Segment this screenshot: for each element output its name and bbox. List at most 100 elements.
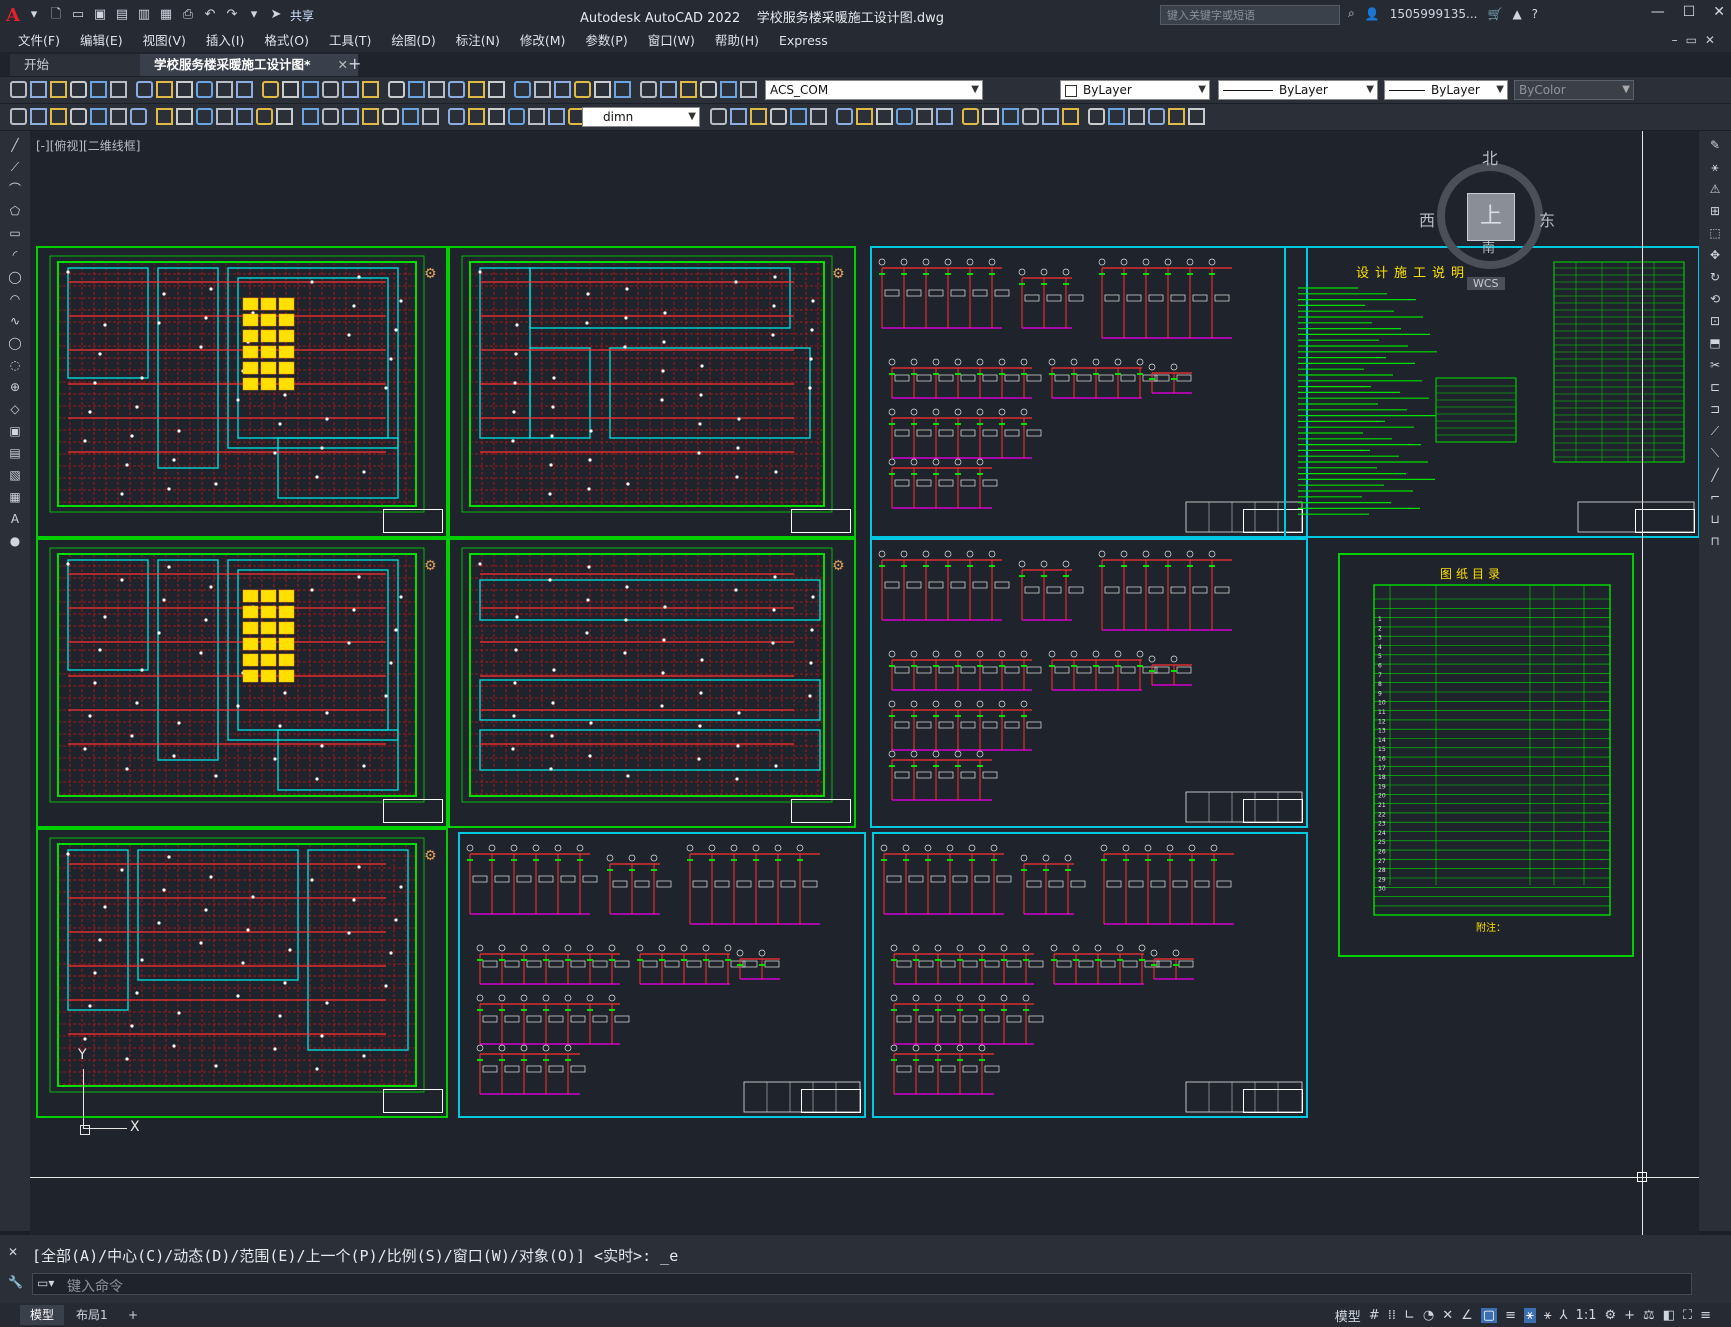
toolbar-tool-icon[interactable] [740, 81, 757, 98]
toolbar-tool-icon[interactable] [216, 108, 233, 125]
menu-help[interactable]: 帮助(H) [705, 30, 769, 52]
palette-tool-icon[interactable]: ◯ [7, 269, 23, 285]
tab-model[interactable]: 模型 [20, 1305, 65, 1325]
compass-north[interactable]: 北 [1482, 145, 1498, 169]
sheet-system-diagram-4[interactable] [872, 832, 1308, 1118]
toolbar-tool-icon[interactable] [388, 81, 405, 98]
lineweight-dropdown[interactable]: ByLayer ▼ [1384, 80, 1508, 100]
toolbar-tool-icon[interactable] [156, 81, 173, 98]
layer-dropdown[interactable]: ACS_COM ▼ [765, 80, 983, 100]
palette-tool-icon[interactable]: ◇ [7, 401, 23, 417]
viewport-controls[interactable]: [-][俯视][二维线框] [36, 137, 140, 154]
open-folder-icon[interactable]: ▭ [70, 7, 86, 23]
sheet-floor-plan-2[interactable]: ⚙ [448, 246, 856, 538]
palette-tool-icon[interactable]: A [7, 511, 23, 527]
toolbar-tool-icon[interactable] [680, 81, 697, 98]
toolbar-tool-icon[interactable] [1062, 108, 1079, 125]
toolbar-tool-icon[interactable] [1128, 108, 1145, 125]
toolbar-tool-icon[interactable] [196, 81, 213, 98]
toolbar-tool-icon[interactable] [750, 108, 767, 125]
osnap-icon[interactable]: ∠ [1461, 1308, 1473, 1323]
search-input[interactable]: 键入关键字或短语 [1160, 5, 1340, 25]
toolbar-tool-icon[interactable] [110, 108, 127, 125]
toolbar-tool-icon[interactable] [130, 108, 147, 125]
sheet-system-diagram-1[interactable] [870, 246, 1308, 538]
view-cube[interactable]: 上 北 南 西 东 WCS [1415, 141, 1565, 291]
palette-tool-icon[interactable]: ● [7, 533, 23, 549]
toolbar-tool-icon[interactable] [1088, 108, 1105, 125]
toolbar-tool-icon[interactable] [640, 81, 657, 98]
sheet-floor-plan-3[interactable]: ⚙ [36, 538, 448, 828]
toolbar-tool-icon[interactable] [262, 81, 279, 98]
redo-icon[interactable]: ↷ [224, 7, 240, 23]
toolbar-tool-icon[interactable] [896, 108, 913, 125]
toolbar-tool-icon[interactable] [362, 81, 379, 98]
toolbar-tool-icon[interactable] [660, 81, 677, 98]
toolbar-tool-icon[interactable] [836, 108, 853, 125]
minimize-button[interactable]: — [1651, 4, 1665, 20]
compass-east[interactable]: 东 [1539, 207, 1555, 231]
toolbar-tool-icon[interactable] [770, 108, 787, 125]
palette-tool-icon[interactable]: ⟋ [1707, 423, 1723, 439]
toolbar-tool-icon[interactable] [342, 108, 359, 125]
autocad-logo-icon[interactable]: A [6, 5, 20, 26]
toolbar-tool-icon[interactable] [856, 108, 873, 125]
toolbar-tool-icon[interactable] [1022, 108, 1039, 125]
palette-tool-icon[interactable]: ▣ [7, 423, 23, 439]
palette-tool-icon[interactable]: ⌐ [1707, 489, 1723, 505]
palette-tool-icon[interactable]: ⬒ [1707, 335, 1723, 351]
palette-tool-icon[interactable]: ⊞ [1707, 203, 1723, 219]
new-file-icon[interactable]: 🗋 [48, 7, 64, 23]
search-icon[interactable]: ⌕ [1348, 6, 1355, 21]
wcs-menu[interactable]: WCS [1467, 277, 1505, 290]
close-command-icon[interactable]: ✕ [8, 1245, 18, 1259]
palette-tool-icon[interactable]: ⚠ [1707, 181, 1723, 197]
palette-tool-icon[interactable]: ⊕ [7, 379, 23, 395]
toolbar-tool-icon[interactable] [488, 108, 505, 125]
cart-icon[interactable]: 🛒 [1487, 7, 1502, 21]
linetype-dropdown[interactable]: ByLayer ▼ [1218, 80, 1378, 100]
palette-tool-icon[interactable]: ▦ [7, 489, 23, 505]
palette-tool-icon[interactable]: ⟋ [7, 159, 23, 175]
palette-tool-icon[interactable]: ◯ [7, 335, 23, 351]
palette-tool-icon[interactable]: ╱ [7, 137, 23, 153]
toolbar-tool-icon[interactable] [256, 108, 273, 125]
toolbar-tool-icon[interactable] [236, 108, 253, 125]
toolbar-tool-icon[interactable] [176, 108, 193, 125]
annotation-scale-icon[interactable]: ⅄ [1560, 1308, 1568, 1323]
toolbar-tool-icon[interactable] [322, 108, 339, 125]
toolbar-tool-icon[interactable] [614, 81, 631, 98]
palette-tool-icon[interactable]: ✎ [1707, 137, 1723, 153]
auto-scale-icon[interactable]: ⚹ [1544, 1308, 1552, 1323]
polar-icon[interactable]: ◔ [1423, 1308, 1434, 1323]
toolbar-tool-icon[interactable] [90, 108, 107, 125]
toolbar-tool-icon[interactable] [362, 108, 379, 125]
toolbar-tool-icon[interactable] [408, 81, 425, 98]
toolbar-tool-icon[interactable] [936, 108, 953, 125]
toolbar-tool-icon[interactable] [50, 108, 67, 125]
toolbar-tool-icon[interactable] [508, 108, 525, 125]
palette-tool-icon[interactable]: ▧ [7, 467, 23, 483]
share-button[interactable]: 共享 [290, 7, 314, 24]
toolbar-tool-icon[interactable] [448, 108, 465, 125]
palette-tool-icon[interactable]: ⊡ [1707, 313, 1723, 329]
palette-tool-icon[interactable]: ◌ [7, 357, 23, 373]
palette-tool-icon[interactable]: ⟍ [1707, 445, 1723, 461]
toolbar-tool-icon[interactable] [196, 108, 213, 125]
toolbar-tool-icon[interactable] [10, 108, 27, 125]
plotstyle-dropdown[interactable]: ByColor ▼ [1514, 80, 1634, 100]
command-input[interactable]: ▭▾ 键入命令 [32, 1273, 1692, 1295]
cube-top-face[interactable]: 上 [1467, 193, 1515, 241]
ortho-icon[interactable]: ∟ [1404, 1308, 1415, 1323]
toolbar-tool-icon[interactable] [534, 81, 551, 98]
toolbar-tool-icon[interactable] [448, 81, 465, 98]
toolbar-tool-icon[interactable] [382, 108, 399, 125]
menu-express[interactable]: Express [769, 30, 838, 52]
menu-modify[interactable]: 修改(M) [510, 30, 576, 52]
user-icon[interactable]: 👤 [1365, 7, 1380, 21]
toolbar-tool-icon[interactable] [156, 108, 173, 125]
palette-tool-icon[interactable]: ↻ [1707, 269, 1723, 285]
toolbar-tool-icon[interactable] [710, 108, 727, 125]
annotation-visibility-icon[interactable]: ⚹ [1523, 1308, 1536, 1323]
toolbar-tool-icon[interactable] [70, 81, 87, 98]
